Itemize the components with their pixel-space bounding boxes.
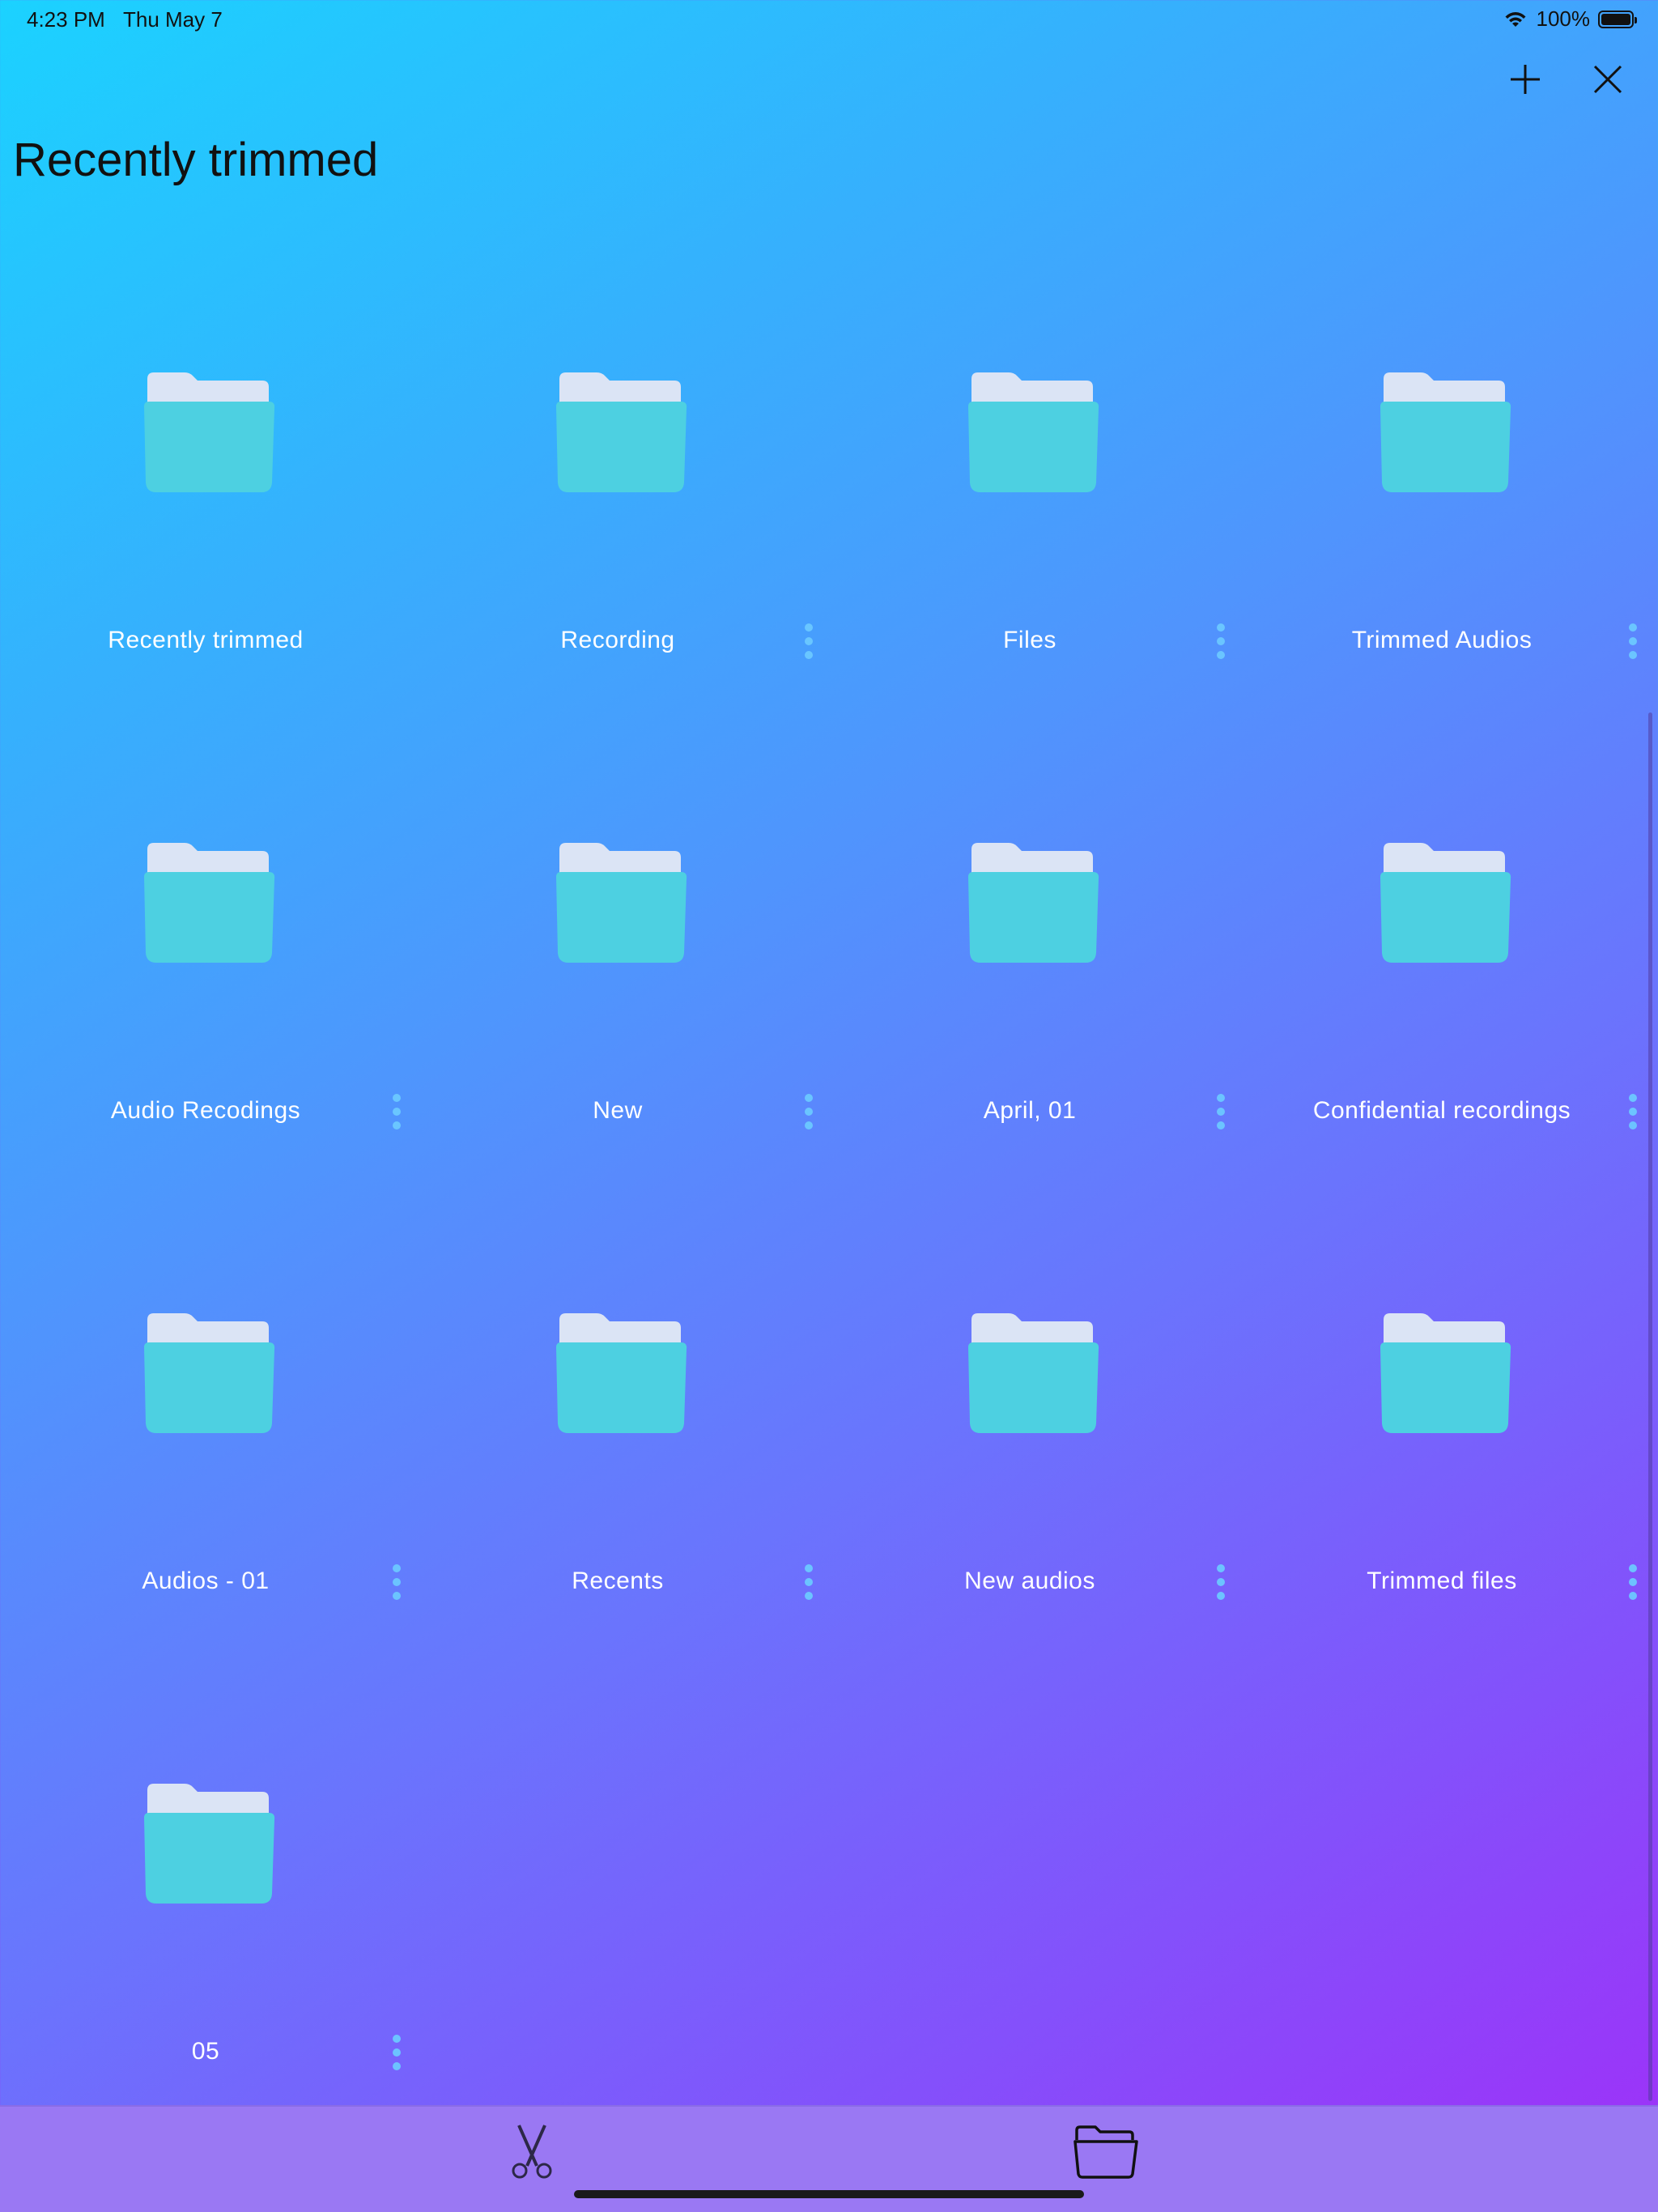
folder-label: Recents: [572, 1568, 664, 1594]
folder-item[interactable]: Confidential recordings: [1236, 470, 1649, 1129]
more-options-button[interactable]: [1623, 1564, 1643, 1600]
folder-item[interactable]: Audios - 01: [0, 941, 413, 1600]
folder-item[interactable]: Files: [824, 0, 1237, 659]
folder-item[interactable]: Recents: [412, 941, 825, 1600]
more-options-button[interactable]: [799, 1564, 818, 1600]
folder-item[interactable]: Audio Recodings: [0, 470, 413, 1129]
folder-grid: Recently trimmed Recording Files Trimmed Au…: [0, 0, 1658, 2105]
folder-label: New audios: [964, 1568, 1095, 1594]
folder-item[interactable]: Trimmed Audios: [1236, 0, 1649, 659]
folder-open-icon: [1073, 2125, 1138, 2179]
folder-item[interactable]: Trimmed files: [1236, 941, 1649, 1600]
folder-item[interactable]: Recently trimmed: [0, 0, 413, 653]
scissors-icon: [512, 2125, 552, 2179]
folder-item[interactable]: 05: [0, 1411, 413, 2070]
folder-icon: [968, 1313, 1099, 1433]
more-options-button[interactable]: [1211, 1564, 1231, 1600]
home-indicator[interactable]: [574, 2190, 1084, 2198]
folder-icon: [1380, 1313, 1511, 1433]
folder-icon: [556, 1313, 687, 1433]
tab-trim[interactable]: [495, 2120, 568, 2184]
folder-item[interactable]: April, 01: [824, 470, 1237, 1129]
scroll-indicator[interactable]: [1648, 713, 1652, 2101]
folder-item[interactable]: Recording: [412, 0, 825, 659]
folder-label: Trimmed files: [1367, 1568, 1517, 1594]
folder-item[interactable]: New audios: [824, 941, 1237, 1600]
folder-item[interactable]: New: [412, 470, 825, 1129]
more-options-button[interactable]: [387, 2035, 406, 2070]
folder-icon: [144, 1784, 275, 1904]
tab-folders[interactable]: [1070, 2120, 1143, 2184]
folder-label: 05: [191, 2038, 220, 2065]
